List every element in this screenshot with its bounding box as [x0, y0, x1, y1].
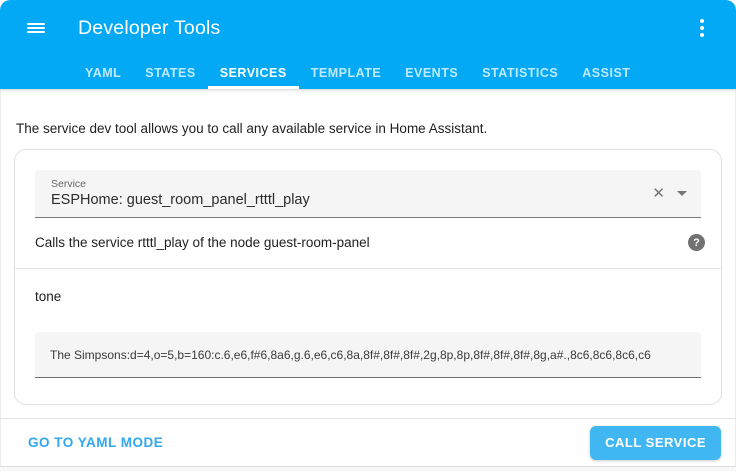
tab-assist[interactable]: ASSIST	[570, 56, 642, 89]
tab-states[interactable]: STATES	[133, 56, 207, 89]
service-select-icons: ✕	[652, 186, 687, 201]
service-field-value: ESPHome: guest_room_panel_rtttl_play	[51, 191, 310, 208]
service-call-card: Service ESPHome: guest_room_panel_rtttl_…	[14, 149, 722, 405]
developer-tools-window: Developer Tools YAML STATES SERVICES TEM…	[0, 0, 736, 472]
service-description: Calls the service rtttl_play of the node…	[35, 235, 370, 250]
app-header: Developer Tools YAML STATES SERVICES TEM…	[0, 0, 736, 89]
field-name-tone: tone	[35, 289, 62, 304]
service-data-section: tone The Simpsons:d=4,o=5,b=160:c.6,e6,f…	[15, 269, 721, 404]
sidebar-menu-button[interactable]	[12, 4, 60, 52]
hamburger-icon	[27, 21, 45, 36]
tab-template[interactable]: TEMPLATE	[299, 56, 393, 89]
service-select-text: Service ESPHome: guest_room_panel_rtttl_…	[51, 178, 310, 210]
services-panel: The service dev tool allows you to call …	[0, 89, 736, 405]
service-field-label: Service	[51, 177, 87, 190]
call-service-button[interactable]: CALL SERVICE	[590, 425, 721, 460]
tone-input-value: The Simpsons:d=4,o=5,b=160:c.6,e6,f#6,8a…	[50, 347, 651, 362]
service-description-row: Calls the service rtttl_play of the node…	[15, 218, 721, 268]
tab-yaml[interactable]: YAML	[73, 56, 133, 89]
tab-bar: YAML STATES SERVICES TEMPLATE EVENTS STA…	[0, 56, 736, 89]
service-select[interactable]: Service ESPHome: guest_room_panel_rtttl_…	[35, 170, 701, 218]
go-to-yaml-mode-button[interactable]: GO TO YAML MODE	[28, 435, 163, 450]
tab-events[interactable]: EVENTS	[393, 56, 470, 89]
chevron-down-icon[interactable]	[677, 191, 687, 196]
actions-bar: GO TO YAML MODE CALL SERVICE	[0, 419, 736, 466]
clear-icon[interactable]: ✕	[652, 186, 665, 201]
help-icon[interactable]: ?	[688, 234, 705, 251]
toolbar: Developer Tools	[0, 0, 736, 56]
next-section-edge	[0, 467, 736, 471]
overflow-menu-button[interactable]	[678, 4, 726, 52]
tab-statistics[interactable]: STATISTICS	[470, 56, 570, 89]
page-title: Developer Tools	[78, 16, 221, 39]
tone-input[interactable]: The Simpsons:d=4,o=5,b=160:c.6,e6,f#6,8a…	[35, 332, 701, 378]
intro-text: The service dev tool allows you to call …	[16, 121, 488, 136]
kebab-menu-icon	[700, 17, 704, 39]
tab-services[interactable]: SERVICES	[207, 56, 299, 89]
